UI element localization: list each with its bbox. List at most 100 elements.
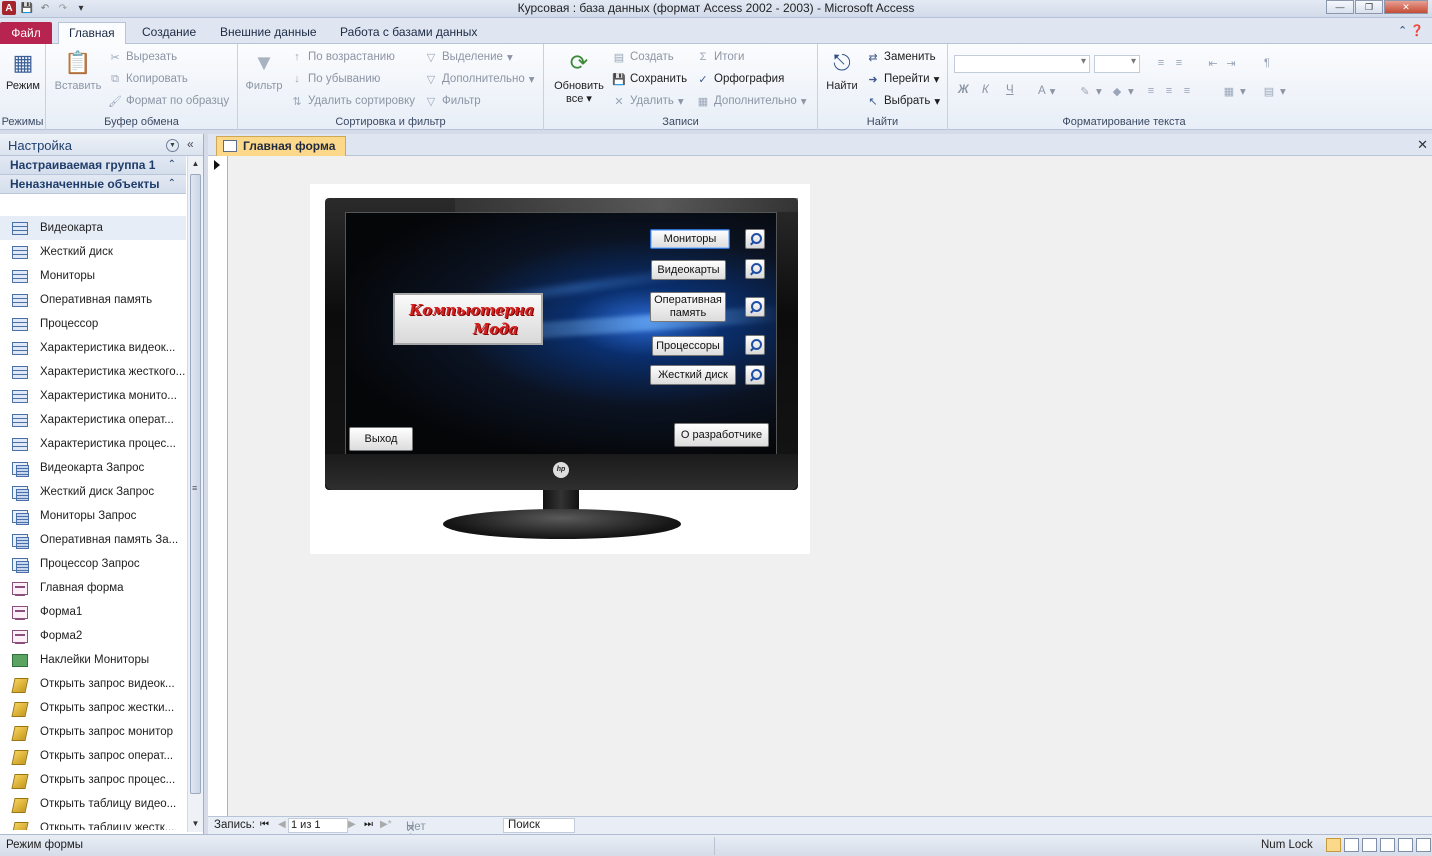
- prev-record-icon[interactable]: ◀: [278, 819, 286, 830]
- alt-fill-button[interactable]: ▤ ▾: [1262, 84, 1286, 99]
- close-window-button[interactable]: ✕: [1384, 0, 1428, 14]
- new-record-button[interactable]: ▤ Создать: [612, 50, 674, 64]
- nav-item-table[interactable]: Характеристика операт...: [0, 408, 186, 432]
- underline-button[interactable]: Ч: [1006, 84, 1014, 96]
- cpus-button[interactable]: Процессоры: [652, 336, 724, 356]
- remove-sort-button[interactable]: ⇅ Удалить сортировку: [290, 94, 415, 108]
- close-icon[interactable]: ✕: [1417, 137, 1428, 153]
- nav-item-macro[interactable]: Открыть запрос процес...: [0, 768, 186, 792]
- ram-button[interactable]: Оперативная память: [650, 292, 726, 322]
- nav-group-unassigned[interactable]: Неназначенные объекты ⌃: [0, 175, 186, 194]
- form-view-icon[interactable]: [1326, 838, 1341, 852]
- monitors-search-icon[interactable]: [745, 229, 765, 249]
- totals-button[interactable]: Σ Итоги: [696, 50, 745, 64]
- tab-external-data[interactable]: Внешние данные: [210, 22, 327, 44]
- nav-item-table[interactable]: Мониторы: [0, 264, 186, 288]
- nav-item-query[interactable]: Оперативная память За...: [0, 528, 186, 552]
- selection-button[interactable]: ▽ Выделение ▾: [424, 50, 513, 64]
- copy-button[interactable]: ⧉ Копировать: [108, 72, 188, 86]
- gridlines-button[interactable]: ▦ ▾: [1222, 84, 1246, 99]
- nav-item-query[interactable]: Процессор Запрос: [0, 552, 186, 576]
- select-button[interactable]: ↖ Выбрать ▾: [866, 94, 940, 108]
- filter-button[interactable]: ▼ Фильтр: [242, 48, 286, 92]
- toggle-filter-button[interactable]: ▽ Фильтр: [424, 94, 481, 108]
- sort-descending-button[interactable]: ↓ По убыванию: [290, 72, 380, 86]
- nav-item-report[interactable]: Наклейки Мониторы: [0, 648, 186, 672]
- nav-item-macro[interactable]: Открыть запрос монитор: [0, 720, 186, 744]
- help-icon[interactable]: ⌃ ❓: [1398, 24, 1424, 37]
- refresh-all-button[interactable]: ⟳ Обновить все ▾: [548, 48, 610, 105]
- hdd-button[interactable]: Жесткий диск: [650, 365, 736, 385]
- nav-item-form[interactable]: Форма1: [0, 600, 186, 624]
- nav-item-macro[interactable]: Открыть таблицу видео...: [0, 792, 186, 816]
- about-developer-button[interactable]: О разработчике: [674, 423, 769, 447]
- next-record-icon[interactable]: ▶: [348, 819, 356, 830]
- font-color-button[interactable]: A ▾: [1038, 84, 1055, 98]
- nav-item-macro[interactable]: Открыть запрос жестки...: [0, 696, 186, 720]
- bold-button[interactable]: Ж: [958, 84, 969, 96]
- tab-file[interactable]: Файл: [0, 22, 52, 44]
- nav-item-table[interactable]: Жесткий диск: [0, 240, 186, 264]
- cut-button[interactable]: ✂ Вырезать: [108, 50, 177, 64]
- datasheet-view-icon[interactable]: [1344, 838, 1359, 852]
- fill-color-button[interactable]: ◆ ▾: [1110, 84, 1134, 99]
- nav-item-macro[interactable]: Открыть запрос видеок...: [0, 672, 186, 696]
- find-button[interactable]: ⎋ Найти: [822, 48, 862, 92]
- search-input[interactable]: Поиск: [503, 818, 575, 833]
- nav-scrollbar[interactable]: ▲ ≡ ▼: [187, 156, 203, 832]
- tab-database-tools[interactable]: Работа с базами данных: [330, 22, 487, 44]
- nav-item-form[interactable]: Форма2: [0, 624, 186, 648]
- goto-button[interactable]: ➜ Перейти ▾: [866, 72, 939, 86]
- save-record-button[interactable]: 💾 Сохранить: [612, 72, 687, 86]
- format-painter-button[interactable]: 🖌 Формат по образцу: [108, 94, 229, 108]
- nav-item-form[interactable]: Главная форма: [0, 576, 186, 600]
- new-record-nav-icon[interactable]: ▶*: [380, 819, 392, 830]
- view-mode-button[interactable]: ▦ Режим: [4, 48, 42, 92]
- paragraph-button[interactable]: ¶: [1260, 56, 1274, 70]
- nav-item-query[interactable]: Жесткий диск Запрос: [0, 480, 186, 504]
- align-buttons[interactable]: ≡ ≡ ≡: [1144, 84, 1194, 98]
- scroll-down-icon[interactable]: ▼: [188, 816, 203, 832]
- nav-item-table[interactable]: Процессор: [0, 312, 186, 336]
- minimize-button[interactable]: —: [1326, 0, 1354, 14]
- nav-item-table[interactable]: Оперативная память: [0, 288, 186, 312]
- more-records-button[interactable]: ▦ Дополнительно ▾: [696, 94, 807, 108]
- current-record-field[interactable]: 1 из 1: [288, 818, 348, 833]
- monitors-button[interactable]: Мониторы: [650, 229, 730, 249]
- scroll-up-icon[interactable]: ▲: [188, 156, 203, 172]
- nav-item-table[interactable]: Видеокарта: [0, 216, 186, 240]
- nav-item-macro[interactable]: Открыть таблицу жестк...: [0, 816, 186, 830]
- cpus-search-icon[interactable]: [745, 335, 765, 355]
- delete-record-button[interactable]: ✕ Удалить ▾: [612, 94, 683, 108]
- exit-button[interactable]: Выход: [349, 427, 413, 451]
- nav-item-table[interactable]: Характеристика видеок...: [0, 336, 186, 360]
- last-record-icon[interactable]: ⏭: [364, 819, 373, 830]
- replace-button[interactable]: ⇄ Заменить: [866, 50, 935, 64]
- nav-item-table[interactable]: Характеристика монито...: [0, 384, 186, 408]
- layout-view-icon[interactable]: [1362, 838, 1377, 852]
- nav-item-table[interactable]: Характеристика процес...: [0, 432, 186, 456]
- spelling-button[interactable]: ✓ Орфография: [696, 72, 784, 86]
- hdd-search-icon[interactable]: [745, 365, 765, 385]
- nav-item-query[interactable]: Видеокарта Запрос: [0, 456, 186, 480]
- videocards-button[interactable]: Видеокарты: [651, 260, 726, 280]
- font-name-select[interactable]: ▾: [954, 55, 1090, 73]
- collapse-pane-icon[interactable]: «: [187, 137, 194, 151]
- indent-buttons[interactable]: ⇤ ⇥: [1206, 56, 1238, 70]
- italic-button[interactable]: К: [982, 84, 989, 96]
- font-size-select[interactable]: ▾: [1094, 55, 1140, 73]
- nav-group-custom[interactable]: Настраиваемая группа 1 ⌃: [0, 156, 186, 175]
- chevron-down-icon[interactable]: ▼: [166, 139, 179, 152]
- highlight-button[interactable]: ✎ ▾: [1078, 84, 1101, 99]
- first-record-icon[interactable]: ⏮: [260, 819, 269, 830]
- record-selector[interactable]: [208, 156, 228, 816]
- sort-ascending-button[interactable]: ↑ По возрастанию: [290, 50, 395, 64]
- advanced-filter-button[interactable]: ▽ Дополнительно ▾: [424, 72, 535, 86]
- nav-item-query[interactable]: Мониторы Запрос: [0, 504, 186, 528]
- ram-search-icon[interactable]: [745, 297, 765, 317]
- tab-home[interactable]: Главная: [58, 22, 126, 45]
- videocards-search-icon[interactable]: [745, 259, 765, 279]
- restore-button[interactable]: ❐: [1355, 0, 1383, 14]
- design-view-icon[interactable]: [1416, 838, 1431, 852]
- paste-button[interactable]: 📋 Вставить: [52, 48, 104, 92]
